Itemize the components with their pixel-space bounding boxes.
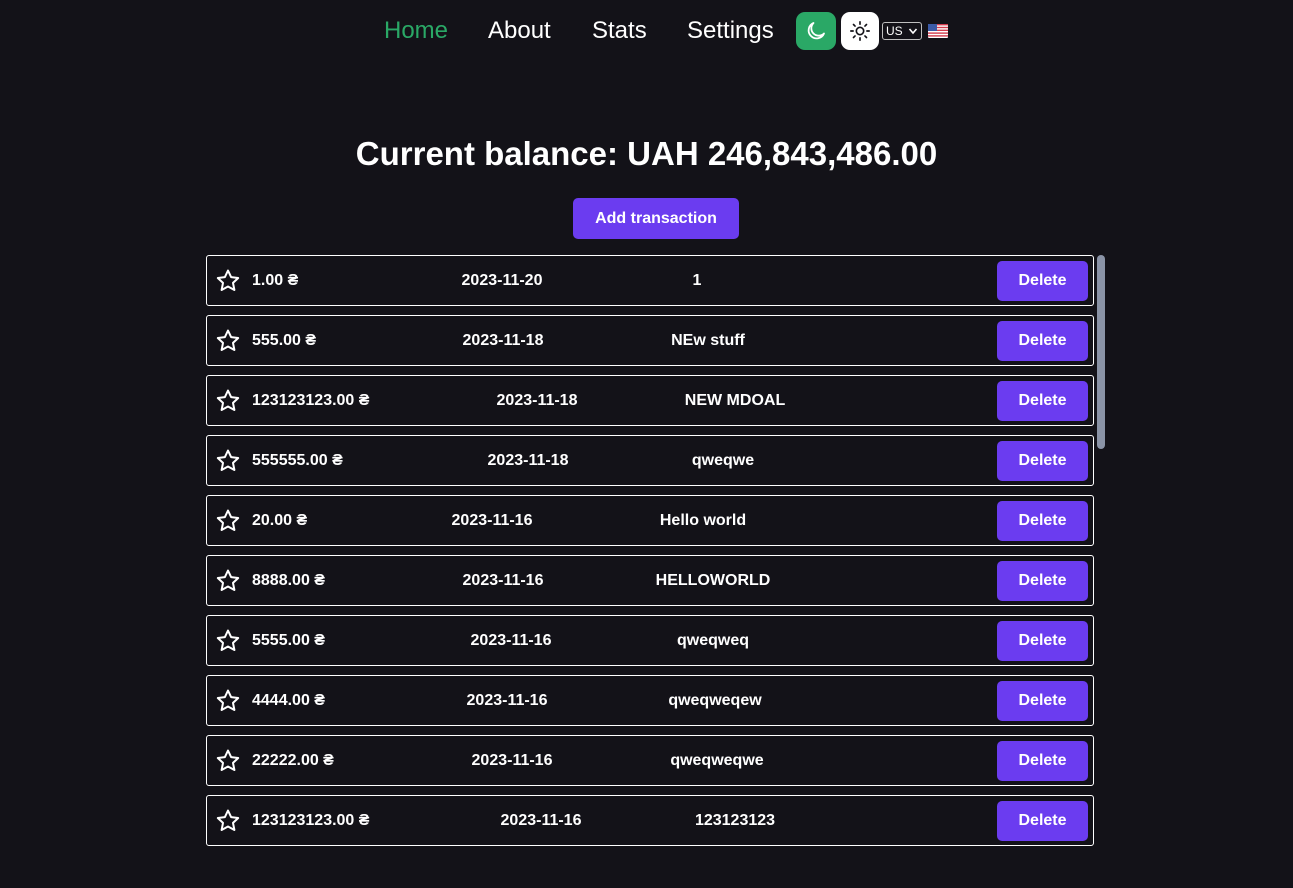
language-select-value: US [886,24,903,38]
transaction-amount: 1.00 ₴ [252,272,299,289]
delete-button[interactable]: Delete [997,381,1088,421]
star-icon[interactable] [215,328,241,354]
transaction-amount: 8888.00 ₴ [252,572,325,589]
transaction-description: qweqwe [691,452,755,469]
transaction-amount: 555555.00 ₴ [252,452,343,469]
transaction-description: NEw stuff [671,332,745,349]
transaction-description: NEW MDOAL [684,392,786,409]
transaction-date: 2023-11-16 [466,692,548,709]
transaction-row: 5555.00 ₴ 2023-11-16 qweqweq Delete [206,615,1094,666]
transaction-row: 123123123.00 ₴ 2023-11-16 123123123 Delete [206,795,1094,846]
transaction-date: 2023-11-16 [451,512,533,529]
delete-button[interactable]: Delete [997,321,1088,361]
scrollbar-thumb[interactable] [1097,255,1105,449]
add-transaction-button[interactable]: Add transaction [573,198,739,239]
delete-button[interactable]: Delete [997,441,1088,481]
delete-button[interactable]: Delete [997,261,1088,301]
transaction-row: 1.00 ₴ 2023-11-20 1 Delete [206,255,1094,306]
star-icon[interactable] [215,268,241,294]
star-icon[interactable] [215,628,241,654]
transaction-row: 555.00 ₴ 2023-11-18 NEw stuff Delete [206,315,1094,366]
transaction-amount: 4444.00 ₴ [252,692,325,709]
sun-icon [850,21,870,41]
transaction-date: 2023-11-16 [462,572,544,589]
star-icon[interactable] [215,388,241,414]
delete-button[interactable]: Delete [997,621,1088,661]
transaction-description: HELLOWORLD [655,572,771,589]
nav-link-about[interactable]: About [488,16,551,46]
transaction-description: 123123123 [694,812,776,829]
transaction-amount: 22222.00 ₴ [252,752,334,769]
transaction-amount: 123123123.00 ₴ [252,392,370,409]
star-icon[interactable] [215,748,241,774]
us-flag-icon [928,24,948,38]
delete-button[interactable]: Delete [997,501,1088,541]
transaction-row: 22222.00 ₴ 2023-11-16 qweqweqwe Delete [206,735,1094,786]
transaction-date: 2023-11-16 [500,812,582,829]
transaction-date: 2023-11-16 [471,752,553,769]
transaction-amount: 123123123.00 ₴ [252,812,370,829]
light-theme-button[interactable] [841,12,879,50]
transaction-description: qweqweq [676,632,749,649]
transaction-amount: 555.00 ₴ [252,332,317,349]
transaction-list[interactable]: 1.00 ₴ 2023-11-20 1 Delete 555.00 ₴ 2023-11-1… [206,255,1106,855]
transaction-description: qweqweqwe [670,752,764,769]
nav-link-settings[interactable]: Settings [687,16,774,46]
transaction-description: Hello world [659,512,747,529]
transaction-row: 123123123.00 ₴ 2023-11-18 NEW MDOAL Delete [206,375,1094,426]
transaction-description: 1 [692,272,702,289]
language-select[interactable]: US [882,22,922,40]
transaction-row: 4444.00 ₴ 2023-11-16 qweqweqew Delete [206,675,1094,726]
transaction-date: 2023-11-18 [487,452,569,469]
delete-button[interactable]: Delete [997,801,1088,841]
transaction-date: 2023-11-18 [496,392,578,409]
current-balance: Current balance: UAH 246,843,486.00 [355,135,938,172]
transaction-row: 8888.00 ₴ 2023-11-16 HELLOWORLD Delete [206,555,1094,606]
delete-button[interactable]: Delete [997,741,1088,781]
transaction-row: 20.00 ₴ 2023-11-16 Hello world Delete [206,495,1094,546]
transaction-date: 2023-11-20 [461,272,543,289]
chevron-down-icon [908,28,918,35]
star-icon[interactable] [215,508,241,534]
star-icon[interactable] [215,568,241,594]
transaction-row: 555555.00 ₴ 2023-11-18 qweqwe Delete [206,435,1094,486]
dark-theme-button[interactable] [796,12,836,50]
star-icon[interactable] [215,688,241,714]
nav-link-home[interactable]: Home [384,16,448,46]
transaction-amount: 5555.00 ₴ [252,632,325,649]
moon-icon [807,22,825,40]
transaction-date: 2023-11-16 [470,632,552,649]
delete-button[interactable]: Delete [997,561,1088,601]
star-icon[interactable] [215,448,241,474]
transaction-description: qweqweqew [668,692,762,709]
star-icon[interactable] [215,808,241,834]
transaction-amount: 20.00 ₴ [252,512,308,529]
delete-button[interactable]: Delete [997,681,1088,721]
nav-link-stats[interactable]: Stats [592,16,647,46]
transaction-date: 2023-11-18 [462,332,544,349]
top-nav: Home About Stats Settings US [0,0,1293,62]
